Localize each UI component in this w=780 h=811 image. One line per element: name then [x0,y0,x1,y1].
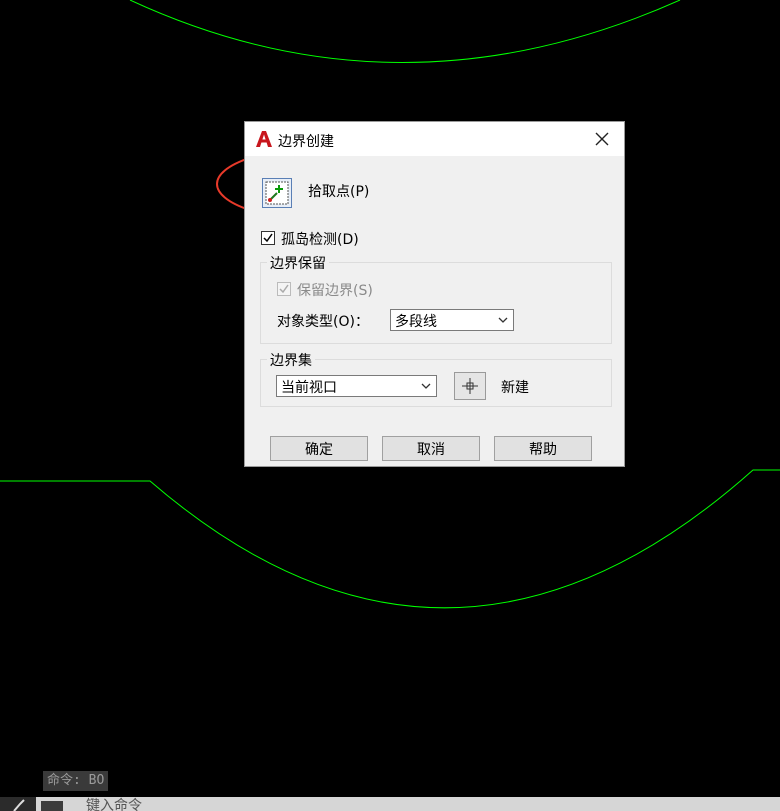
cancel-button[interactable]: 取消 [382,436,480,461]
boundary-set-select[interactable]: 当前视口 [276,375,437,397]
command-line-bar: 键入命令 [0,797,780,811]
pick-points-label[interactable]: 拾取点(P) [308,181,369,201]
retain-boundaries-label: 保留边界(S) [297,283,373,299]
green-boundary-bottom [0,469,780,609]
green-arc-top [129,0,681,63]
object-type-select[interactable]: 多段线 [390,309,514,331]
pick-points-button[interactable] [262,178,292,208]
island-detection-checkbox[interactable] [261,231,275,245]
pick-points-icon [265,181,289,205]
help-button[interactable]: 帮助 [494,436,592,461]
chevron-down-icon [498,317,508,323]
autocad-app-icon [256,131,272,147]
boundary-creation-dialog: 边界创建 拾取点(P) 孤岛检测(D) 边界保留 保留边界(S) 对象类型(O)… [244,121,625,467]
command-history: 命令: BO [43,771,109,791]
chevron-down-icon [421,383,431,389]
boundary-retention-group [260,262,612,344]
dialog-titlebar[interactable]: 边界创建 [245,122,624,156]
new-boundary-set-label: 新建 [501,380,529,396]
customize-button[interactable] [0,797,36,811]
checkmark-icon [263,233,273,243]
close-button[interactable] [590,127,614,151]
crosshair-icon [462,378,478,394]
close-icon [595,132,609,146]
new-boundary-set-button[interactable] [454,372,486,400]
retain-boundaries-checkbox [277,282,291,296]
wrench-icon [13,799,25,811]
object-type-label: 对象类型(O)： [277,314,369,330]
terminal-icon[interactable] [41,801,63,811]
object-type-value: 多段线 [395,314,437,330]
island-detection-label[interactable]: 孤岛检测(D) [281,229,359,249]
boundary-set-value: 当前视口 [281,380,337,396]
ok-button[interactable]: 确定 [270,436,368,461]
checkmark-icon [279,284,289,294]
command-input[interactable]: 键入命令 [86,799,142,811]
boundary-set-legend: 边界集 [267,350,315,370]
boundary-retention-legend: 边界保留 [267,253,329,273]
dialog-title: 边界创建 [278,134,334,150]
